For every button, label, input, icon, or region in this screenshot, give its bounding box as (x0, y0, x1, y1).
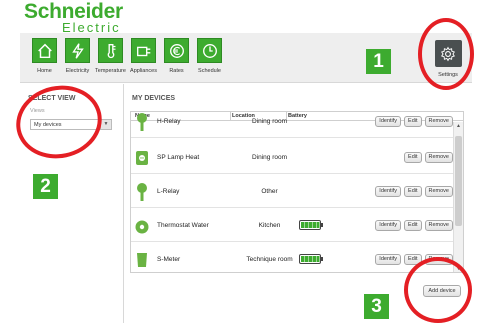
gear-icon (434, 40, 462, 67)
devices-table: Name Location Battery H-Relay Dining roo… (130, 111, 464, 273)
brand-logo: Schneider Electric (24, 0, 123, 34)
step-badge-3: 3 (364, 294, 389, 319)
nav-label: Home (37, 68, 52, 74)
table-row[interactable]: H-Relay Dining room Identify Edit Remove (131, 112, 453, 138)
nav-label: Temperature (95, 68, 126, 74)
my-devices-title: MY DEVICES (132, 95, 176, 102)
table-row[interactable]: L-Relay Other Identify Edit Remove (131, 176, 453, 208)
device-location: Dining room (251, 118, 288, 125)
identify-button[interactable]: Identify (375, 220, 402, 231)
nav-item-temperature[interactable]: Temperature (94, 38, 127, 74)
device-location: Kitchen (258, 222, 281, 229)
home-icon (32, 38, 57, 63)
row-actions: Edit Remove (401, 152, 453, 163)
table-row[interactable]: SP Lamp Heat Dining room Edit Remove (131, 142, 453, 174)
identify-button[interactable]: Identify (375, 254, 402, 265)
nav-label: Schedule (198, 68, 221, 74)
edit-button[interactable]: Edit (404, 116, 422, 127)
table-scrollbar[interactable]: ▲ ▼ (453, 122, 463, 272)
row-actions: Identify Edit Remove (372, 220, 453, 231)
settings-label: Settings (438, 72, 458, 78)
relay-icon (137, 183, 147, 201)
table-row[interactable]: S-Meter Technique room Identify Edit Rem… (131, 244, 453, 272)
device-name: L-Relay (157, 188, 180, 195)
battery-full-icon (299, 254, 323, 264)
row-actions: Identify Edit Remove (372, 186, 453, 197)
nav-item-rates[interactable]: Rates (160, 38, 193, 74)
step-badge-1: 1 (366, 49, 391, 74)
lightning-icon (65, 38, 90, 63)
edit-button[interactable]: Edit (404, 186, 422, 197)
remove-button[interactable]: Remove (424, 220, 453, 231)
main-nav: Home Electricity Temperature Appliances … (28, 38, 226, 74)
views-select-value: My devices (34, 122, 62, 128)
thermostat-icon (135, 220, 149, 234)
select-view-title: SELECT VIEW (28, 95, 76, 102)
remove-button[interactable]: Remove (424, 186, 453, 197)
edit-button[interactable]: Edit (404, 220, 422, 231)
views-select[interactable]: My devices ▼ (30, 119, 112, 130)
remove-button[interactable]: Remove (424, 116, 453, 127)
device-location: Other (261, 188, 278, 195)
scroll-down-icon[interactable]: ▼ (456, 266, 461, 272)
relay-icon (137, 113, 147, 131)
row-actions: Identify Edit Remove (372, 254, 453, 265)
brand-name: Schneider (24, 0, 123, 23)
device-location: Dining room (251, 154, 288, 161)
nav-item-electricity[interactable]: Electricity (61, 38, 94, 74)
remove-button[interactable]: Remove (424, 254, 453, 265)
device-name: S-Meter (157, 256, 181, 263)
meter-icon (137, 253, 147, 267)
views-label: Views (30, 108, 45, 114)
scroll-up-icon[interactable]: ▲ (456, 123, 461, 129)
appliance-icon (131, 38, 156, 63)
add-device-button[interactable]: Add device (423, 285, 461, 297)
settings-button[interactable]: Settings (433, 40, 463, 78)
device-location: Technique room (246, 256, 293, 263)
app-root: Schneider Electric Home Electricity Temp… (0, 0, 477, 323)
chevron-down-icon[interactable]: ▼ (100, 120, 111, 129)
nav-label: Rates (169, 68, 184, 74)
nav-item-schedule[interactable]: Schedule (193, 38, 226, 74)
identify-button[interactable]: Identify (375, 186, 402, 197)
edit-button[interactable]: Edit (404, 152, 422, 163)
clock-icon (197, 38, 222, 63)
nav-label: Electricity (65, 68, 90, 74)
remove-button[interactable]: Remove (424, 152, 453, 163)
battery-full-icon (299, 220, 323, 230)
identify-button[interactable]: Identify (375, 116, 402, 127)
device-name: Thermostat Water (157, 222, 209, 229)
nav-item-appliances[interactable]: Appliances (127, 38, 160, 74)
row-actions: Identify Edit Remove (372, 116, 453, 127)
table-row[interactable]: Thermostat Water Kitchen Identify Edit R… (131, 210, 453, 242)
nav-item-home[interactable]: Home (28, 38, 61, 74)
scrollbar-thumb[interactable] (455, 136, 462, 226)
rates-icon (164, 38, 189, 63)
smart-plug-icon (136, 151, 148, 165)
edit-button[interactable]: Edit (404, 254, 422, 265)
device-name: SP Lamp Heat (157, 154, 200, 161)
nav-label: Appliances (130, 68, 157, 74)
device-name: H-Relay (157, 118, 181, 125)
thermometer-icon (98, 38, 123, 63)
